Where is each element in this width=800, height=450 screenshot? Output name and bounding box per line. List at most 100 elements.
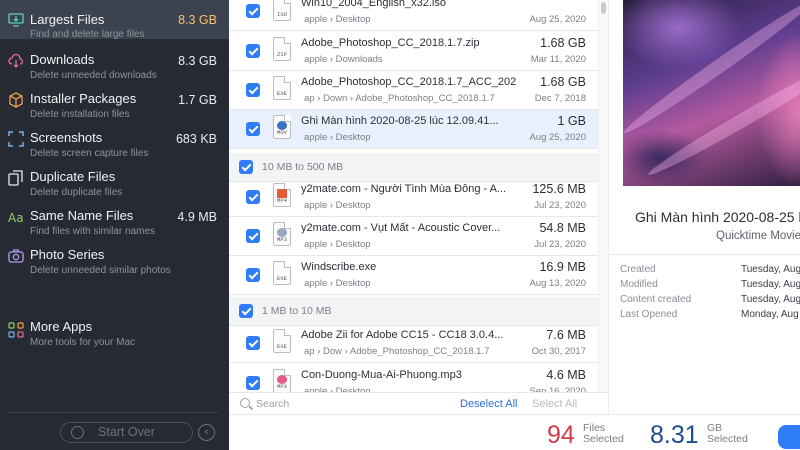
group-checkbox[interactable] xyxy=(239,160,253,174)
file-row[interactable]: EXE Windscribe.exe apple › Desktop 16.9 … xyxy=(229,256,598,295)
file-date: Mar 11, 2020 xyxy=(530,54,586,65)
file-name: Adobe_Photoshop_CC_2018.1.7_ACC_2021 xyxy=(301,76,516,88)
meta-label: Content created xyxy=(620,294,692,305)
search-input[interactable]: Search xyxy=(256,398,289,410)
sidebar-item-duplicate-files[interactable]: Duplicate Files Delete duplicate files xyxy=(0,166,229,205)
size-label-line2: Selected xyxy=(707,433,748,445)
sidebar-item-same-name-files[interactable]: Aa Same Name Files Find files with simil… xyxy=(0,205,229,244)
file-list: ISO Win10_2004_English_x32.iso apple › D… xyxy=(229,0,598,414)
files-label-line2: Selected xyxy=(583,433,624,445)
file-type-tag: MP3 xyxy=(277,236,287,243)
deselect-all-button[interactable]: Deselect All xyxy=(460,398,517,410)
selected-size-value: 8.31 xyxy=(650,421,699,449)
row-checkbox[interactable] xyxy=(246,376,260,390)
file-row-selected[interactable]: MOV Ghi Màn hình 2020-08-25 lúc 12.09.41… xyxy=(229,110,598,149)
file-row[interactable]: MP3 y2mate.com - Vụt Mất - Acoustic Cove… xyxy=(229,217,598,256)
iso-file-icon: ISO xyxy=(273,0,291,21)
search-icon xyxy=(240,398,250,408)
file-size: 1.68 GB xyxy=(540,36,586,50)
sidebar: Largest Files Find and delete large file… xyxy=(0,0,229,450)
list-toolbar: Search Deselect All Select All xyxy=(229,392,608,414)
zip-file-icon: ZIP xyxy=(273,37,291,61)
file-size: 125.6 MB xyxy=(532,182,586,196)
row-checkbox[interactable] xyxy=(246,44,260,58)
meta-value: Tuesday, Aug xyxy=(741,264,800,275)
row-checkbox[interactable] xyxy=(246,190,260,204)
group-label: 1 MB to 10 MB xyxy=(262,305,332,317)
mp4-video-icon: MP4 xyxy=(273,183,291,207)
select-all-button[interactable]: Select All xyxy=(532,398,577,410)
collapse-sidebar-button[interactable]: ‹ xyxy=(198,424,215,441)
file-type-tag: EXE xyxy=(277,275,287,282)
row-checkbox[interactable] xyxy=(246,336,260,350)
chevron-left-icon: ‹ xyxy=(204,426,209,438)
sidebar-item-title: Downloads xyxy=(30,52,95,67)
file-name: Ghi Màn hình 2020-08-25 lúc 12.09.41... xyxy=(301,115,499,127)
file-date: Dec 7, 2018 xyxy=(534,93,586,104)
file-row[interactable]: MP4 y2mate.com - Người Tình Mùa Đông - A… xyxy=(229,178,598,217)
preview-divider xyxy=(609,254,800,255)
file-name: Con-Duong-Mua-Ai-Phuong.mp3 xyxy=(301,369,462,381)
file-date: Jul 23, 2020 xyxy=(534,200,586,211)
row-checkbox[interactable] xyxy=(246,268,260,282)
mp3-audio-icon: MP3 xyxy=(273,222,291,246)
meta-value: Tuesday, Aug xyxy=(741,294,800,305)
file-date: Aug 13, 2020 xyxy=(529,278,586,289)
sidebar-item-largest-files[interactable]: Largest Files Find and delete large file… xyxy=(0,0,229,40)
selection-footer: 94 Files Selected 8.31 GB Selected xyxy=(229,414,800,450)
size-group-header[interactable]: 1 MB to 10 MB xyxy=(229,297,598,326)
preview-thumbnail xyxy=(623,0,800,186)
group-checkbox[interactable] xyxy=(239,304,253,318)
svg-text:Aa: Aa xyxy=(8,211,24,225)
file-date: Aug 25, 2020 xyxy=(529,14,586,25)
cloud-download-icon xyxy=(8,53,24,69)
file-path: apple › Desktop xyxy=(304,239,371,250)
sidebar-item-subtitle: Find files with similar names xyxy=(30,226,156,237)
row-checkbox[interactable] xyxy=(246,229,260,243)
sidebar-item-photo-series[interactable]: Photo Series Delete unneeded similar pho… xyxy=(0,244,229,283)
row-checkbox[interactable] xyxy=(246,122,260,136)
file-path: ap › Dow › Adobe_Photoshop_CC_2018.1.7 xyxy=(304,346,490,357)
file-row[interactable]: ISO Win10_2004_English_x32.iso apple › D… xyxy=(229,0,598,31)
file-size: 1 GB xyxy=(557,114,587,128)
sidebar-item-installer-packages[interactable]: Installer Packages Delete installation f… xyxy=(0,88,229,127)
sidebar-item-screenshots[interactable]: Screenshots Delete screen capture files … xyxy=(0,127,229,166)
camera-icon xyxy=(8,248,24,264)
file-name: Win10_2004_English_x32.iso xyxy=(301,0,446,9)
file-name: Windscribe.exe xyxy=(301,261,377,273)
file-name: y2mate.com - Người Tình Mùa Đông - A... xyxy=(301,183,507,195)
preview-file-title: Ghi Màn hình 2020-08-25 lúc xyxy=(635,209,800,225)
refresh-icon xyxy=(71,426,84,439)
row-checkbox[interactable] xyxy=(246,4,260,18)
duplicate-files-icon xyxy=(8,170,24,186)
exe-file-icon: EXE xyxy=(273,261,291,285)
sidebar-item-more-apps[interactable]: More Apps More tools for your Mac xyxy=(0,316,229,355)
sidebar-divider xyxy=(8,412,218,413)
wallpaper-streak xyxy=(623,0,800,139)
list-scrollbar[interactable] xyxy=(598,0,608,414)
file-name: Adobe_Photoshop_CC_2018.1.7.zip xyxy=(301,37,480,49)
sidebar-item-title: More Apps xyxy=(30,319,93,334)
sidebar-item-title: Duplicate Files xyxy=(30,169,116,184)
file-row[interactable]: EXE Adobe_Photoshop_CC_2018.1.7_ACC_2021… xyxy=(229,71,598,110)
row-checkbox[interactable] xyxy=(246,83,260,97)
file-type-tag: ZIP xyxy=(277,51,287,58)
apps-grid-icon xyxy=(8,322,24,338)
meta-value: Tuesday, Aug xyxy=(741,279,800,290)
file-row[interactable]: EXE Adobe Zii for Adobe CC15 - CC18 3.0.… xyxy=(229,324,598,363)
preview-file-type: Quicktime Movie xyxy=(716,230,800,242)
file-size: 7.6 MB xyxy=(546,328,586,342)
sidebar-item-subtitle: Delete duplicate files xyxy=(30,187,123,198)
start-over-button[interactable]: Start Over xyxy=(60,422,193,443)
sidebar-item-downloads[interactable]: Downloads Delete unneeded downloads 8.3 … xyxy=(0,49,229,88)
sidebar-item-size: 4.9 MB xyxy=(177,210,217,224)
group-label: 10 MB to 500 MB xyxy=(262,161,344,173)
text-aa-icon: Aa xyxy=(8,209,24,225)
file-date: Aug 25, 2020 xyxy=(529,132,586,143)
scrollbar-thumb[interactable] xyxy=(601,2,606,14)
remove-button[interactable] xyxy=(778,425,800,449)
exe-file-icon: EXE xyxy=(273,76,291,100)
sidebar-item-title: Screenshots xyxy=(30,130,103,145)
file-row[interactable]: ZIP Adobe_Photoshop_CC_2018.1.7.zip appl… xyxy=(229,32,598,71)
file-type-tag: MP3 xyxy=(277,383,287,390)
